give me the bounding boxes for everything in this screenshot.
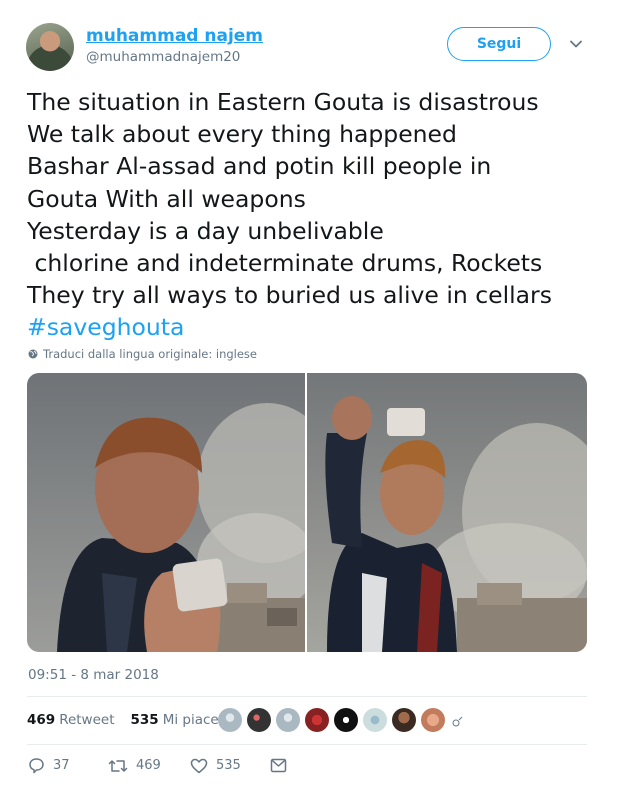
- divider: [27, 744, 587, 745]
- retweet-label: Retweet: [59, 712, 115, 728]
- direct-message-button[interactable]: [270, 758, 287, 773]
- tweet-line: They try all ways to buried us alive in …: [27, 281, 552, 310]
- tweet-line: chlorine and indeterminate drums, Rocket…: [27, 248, 543, 277]
- like-count: 535: [130, 712, 159, 728]
- liker-avatar[interactable]: [276, 708, 300, 732]
- retweet-action-count: 469: [136, 758, 161, 773]
- tweet-line: We talk about every thing happened: [27, 120, 457, 149]
- tweet-line: Gouta With all weapons: [27, 184, 306, 213]
- message-icon: [270, 758, 287, 773]
- like-action-count: 535: [216, 758, 241, 773]
- retweet-button[interactable]: 469: [108, 758, 190, 774]
- retweet-count: 469: [27, 712, 56, 728]
- tweet-actions: 37 469 535: [28, 757, 287, 774]
- like-label: Mi piace: [162, 712, 219, 728]
- tweet-timestamp[interactable]: 09:51 - 8 mar 2018: [28, 667, 159, 683]
- divider: [27, 696, 587, 697]
- tweet-line: The situation in Eastern Gouta is disast…: [27, 88, 539, 116]
- user-display-name[interactable]: muhammad najem: [86, 26, 263, 46]
- reply-button[interactable]: 37: [28, 757, 108, 774]
- tweet-line: Yesterday is a day unbelivable: [27, 216, 384, 245]
- tweet-line: Bashar Al-assad and potin kill people in: [27, 152, 492, 181]
- liker-avatar[interactable]: [305, 708, 329, 732]
- liker-avatar[interactable]: [218, 708, 242, 732]
- reply-icon: [29, 758, 44, 774]
- reply-count: 37: [53, 758, 70, 773]
- more-likers-icon: [452, 716, 463, 727]
- chevron-down-icon[interactable]: [568, 36, 584, 52]
- tweet-photo-left[interactable]: [27, 373, 305, 652]
- like-button[interactable]: 535: [190, 758, 270, 774]
- engagement-stats: 469 Retweet 535 Mi piace: [27, 712, 219, 728]
- liker-avatar[interactable]: [363, 708, 387, 732]
- liker-avatar[interactable]: [334, 708, 358, 732]
- liker-avatar[interactable]: [247, 708, 271, 732]
- tweet-text: The situation in Eastern Gouta is disast…: [27, 86, 607, 344]
- liker-avatar[interactable]: [421, 708, 445, 732]
- follow-button[interactable]: Segui: [447, 27, 551, 61]
- retweet-stat[interactable]: 469 Retweet: [27, 712, 115, 728]
- hashtag-link[interactable]: #saveghouta: [27, 313, 184, 341]
- translate-link[interactable]: Traduci dalla lingua originale: inglese: [28, 347, 257, 361]
- tweet-photo-right[interactable]: [307, 373, 587, 652]
- user-handle[interactable]: @muhammadnajem20: [86, 49, 240, 65]
- heart-icon: [190, 758, 208, 773]
- retweet-icon: [108, 759, 128, 772]
- liker-avatar[interactable]: [392, 708, 416, 732]
- like-stat[interactable]: 535 Mi piace: [131, 712, 219, 728]
- avatar[interactable]: [26, 23, 74, 71]
- translate-label: Traduci dalla lingua originale: inglese: [43, 347, 257, 361]
- globe-icon: [28, 349, 38, 359]
- likers-avatars: [218, 708, 466, 732]
